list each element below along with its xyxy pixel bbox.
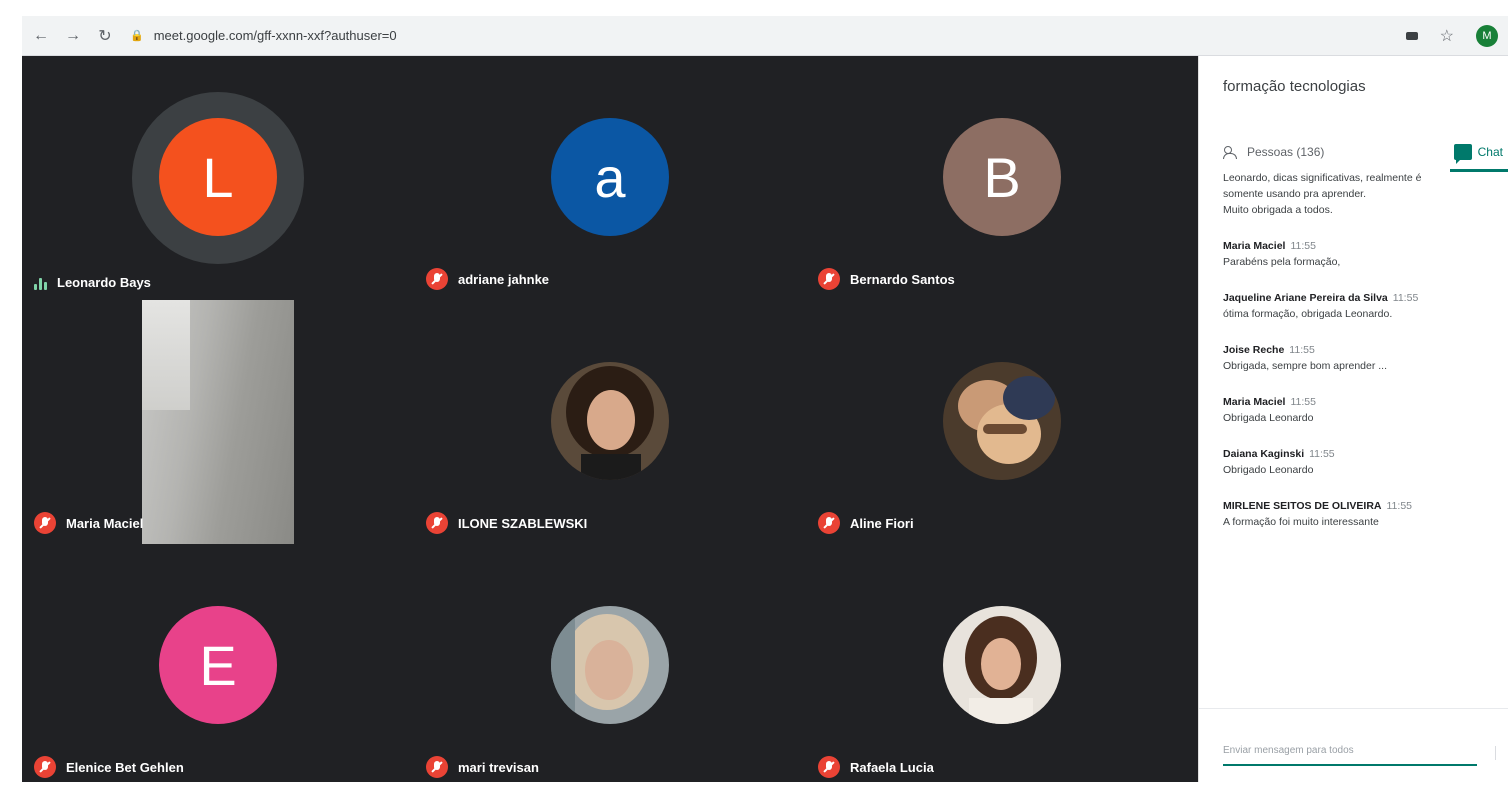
chat-message: Joise Reche 11:55 Obrigada, sempre bom ap… <box>1223 342 1507 374</box>
mic-off-icon <box>34 756 56 778</box>
people-icon <box>1223 146 1241 159</box>
message-continued: Leonardo, dicas significativas, realment… <box>1223 172 1422 216</box>
message-text: A formação foi muito interessante <box>1223 516 1379 528</box>
chat-message: Daiana Kaginski 11:55 Obrigado Leonardo <box>1223 446 1507 478</box>
participant-name: adriane jahnke <box>458 271 550 287</box>
camera-indicator-icon[interactable] <box>1405 31 1418 40</box>
avatar: a <box>551 118 669 236</box>
mic-off-icon <box>818 512 840 534</box>
avatar: B <box>943 118 1061 236</box>
camera-video <box>142 300 294 544</box>
profile-photo <box>551 362 669 480</box>
chat-icon <box>1453 144 1472 164</box>
message-time: 11:55 <box>1289 344 1315 356</box>
message-text: ótima formação, obrigada Leonardo. <box>1223 308 1393 320</box>
mic-off-icon <box>818 756 840 778</box>
forward-arrow-icon[interactable]: → <box>60 23 86 49</box>
participant-tile[interactable]: a adriane jahnke <box>414 56 806 300</box>
participant-tile[interactable]: mari trevisan <box>414 544 806 788</box>
participant-tile[interactable]: Maria Maciel <box>22 300 414 544</box>
address-bar[interactable]: 🔒 meet.google.com/gff-xxnn-xxf?authuser=… <box>130 22 1310 50</box>
tab-people-label: Pessoas (136) <box>1247 145 1325 159</box>
profile-avatar[interactable]: M <box>1476 24 1498 47</box>
message-time: 11:55 <box>1386 500 1413 512</box>
panel-tabs: Pessoas (136) Chat <box>1199 134 1508 172</box>
mic-off-icon <box>426 512 448 534</box>
mic-off-icon <box>426 268 448 290</box>
chat-input[interactable]: Enviar mensagem para todos <box>1223 740 1477 766</box>
send-icon[interactable] <box>1495 746 1505 760</box>
tab-chat-label: Chat <box>1477 145 1503 159</box>
video-grid: L Leonardo Bays a adriane jahnke B Berna… <box>22 56 1198 782</box>
profile-photo <box>943 606 1061 724</box>
participant-name: ILONE SZABLEWSKI <box>458 515 588 531</box>
message-time: 11:55 <box>1392 292 1419 304</box>
meeting-title: formação tecnologias <box>1223 78 1366 95</box>
participant-tile[interactable]: B Bernardo Santos <box>806 56 1198 300</box>
message-time: 11:55 <box>1290 240 1316 252</box>
lock-icon: 🔒 <box>130 30 144 42</box>
reload-icon[interactable]: ↻ <box>92 23 118 49</box>
participant-tile[interactable]: Aline Fiori <box>806 300 1198 544</box>
mic-off-icon <box>426 756 448 778</box>
message-sender: MIRLENE SEITOS DE OLIVEIRA <box>1223 500 1382 512</box>
chat-message: MIRLENE SEITOS DE OLIVEIRA 11:55 A formaç… <box>1223 498 1507 530</box>
participant-name: Aline Fiori <box>850 515 914 531</box>
side-panel: formação tecnologias Pessoas (136) Chat … <box>1198 56 1508 782</box>
mic-off-icon <box>818 268 840 290</box>
participant-tile[interactable]: Rafaela Lucia <box>806 544 1198 788</box>
message-sender: Daiana Kaginski <box>1223 448 1305 460</box>
profile-photo <box>943 362 1061 480</box>
participant-tile[interactable]: L Leonardo Bays <box>22 56 414 300</box>
tab-chat[interactable]: Chat <box>1449 134 1508 172</box>
participant-name: mari trevisan <box>458 759 539 775</box>
profile-photo <box>551 606 669 724</box>
chat-message: Maria Maciel 11:55 Parabéns pela formação… <box>1223 238 1507 270</box>
audio-level-icon <box>34 276 47 290</box>
chat-messages: Leonardo, dicas significativas, realment… <box>1223 170 1507 530</box>
chat-message: Jaqueline Ariane Pereira da Silva 11:55 ó… <box>1223 290 1507 322</box>
message-text: Obrigada Leonardo <box>1223 412 1314 424</box>
chat-message: Maria Maciel 11:55 Obrigada Leonardo <box>1223 394 1507 426</box>
url-text: meet.google.com/gff-xxnn-xxf?authuser=0 <box>153 28 397 43</box>
participant-name: Leonardo Bays <box>57 275 151 290</box>
message-sender: Maria Maciel <box>1223 240 1286 252</box>
participant-name: Maria Maciel <box>66 515 144 531</box>
message-text: Obrigada, sempre bom aprender ... <box>1223 360 1388 372</box>
message-text: Parabéns pela formação, <box>1223 256 1341 268</box>
divider <box>1199 708 1508 709</box>
message-time: 11:55 <box>1290 396 1316 408</box>
message-sender: Maria Maciel <box>1223 396 1286 408</box>
bookmark-star-icon[interactable]: ☆ <box>1440 26 1454 46</box>
participant-tile[interactable]: ILONE SZABLEWSKI <box>414 300 806 544</box>
tab-people[interactable]: Pessoas (136) <box>1223 134 1324 170</box>
message-sender: Joise Reche <box>1223 344 1285 356</box>
message-time: 11:55 <box>1309 448 1335 460</box>
back-arrow-icon[interactable]: ← <box>28 23 54 49</box>
avatar: E <box>159 606 277 724</box>
participant-name: Rafaela Lucia <box>850 759 934 775</box>
participant-name: Elenice Bet Gehlen <box>66 759 184 775</box>
participant-tile[interactable]: E Elenice Bet Gehlen <box>22 544 414 788</box>
message-sender: Jaqueline Ariane Pereira da Silva <box>1223 292 1388 304</box>
participant-name: Bernardo Santos <box>850 271 955 287</box>
browser-toolbar: ← → ↻ 🔒 meet.google.com/gff-xxnn-xxf?aut… <box>22 16 1508 56</box>
avatar: L <box>159 118 277 236</box>
mic-off-icon <box>34 512 56 534</box>
message-text: Obrigado Leonardo <box>1223 464 1314 476</box>
